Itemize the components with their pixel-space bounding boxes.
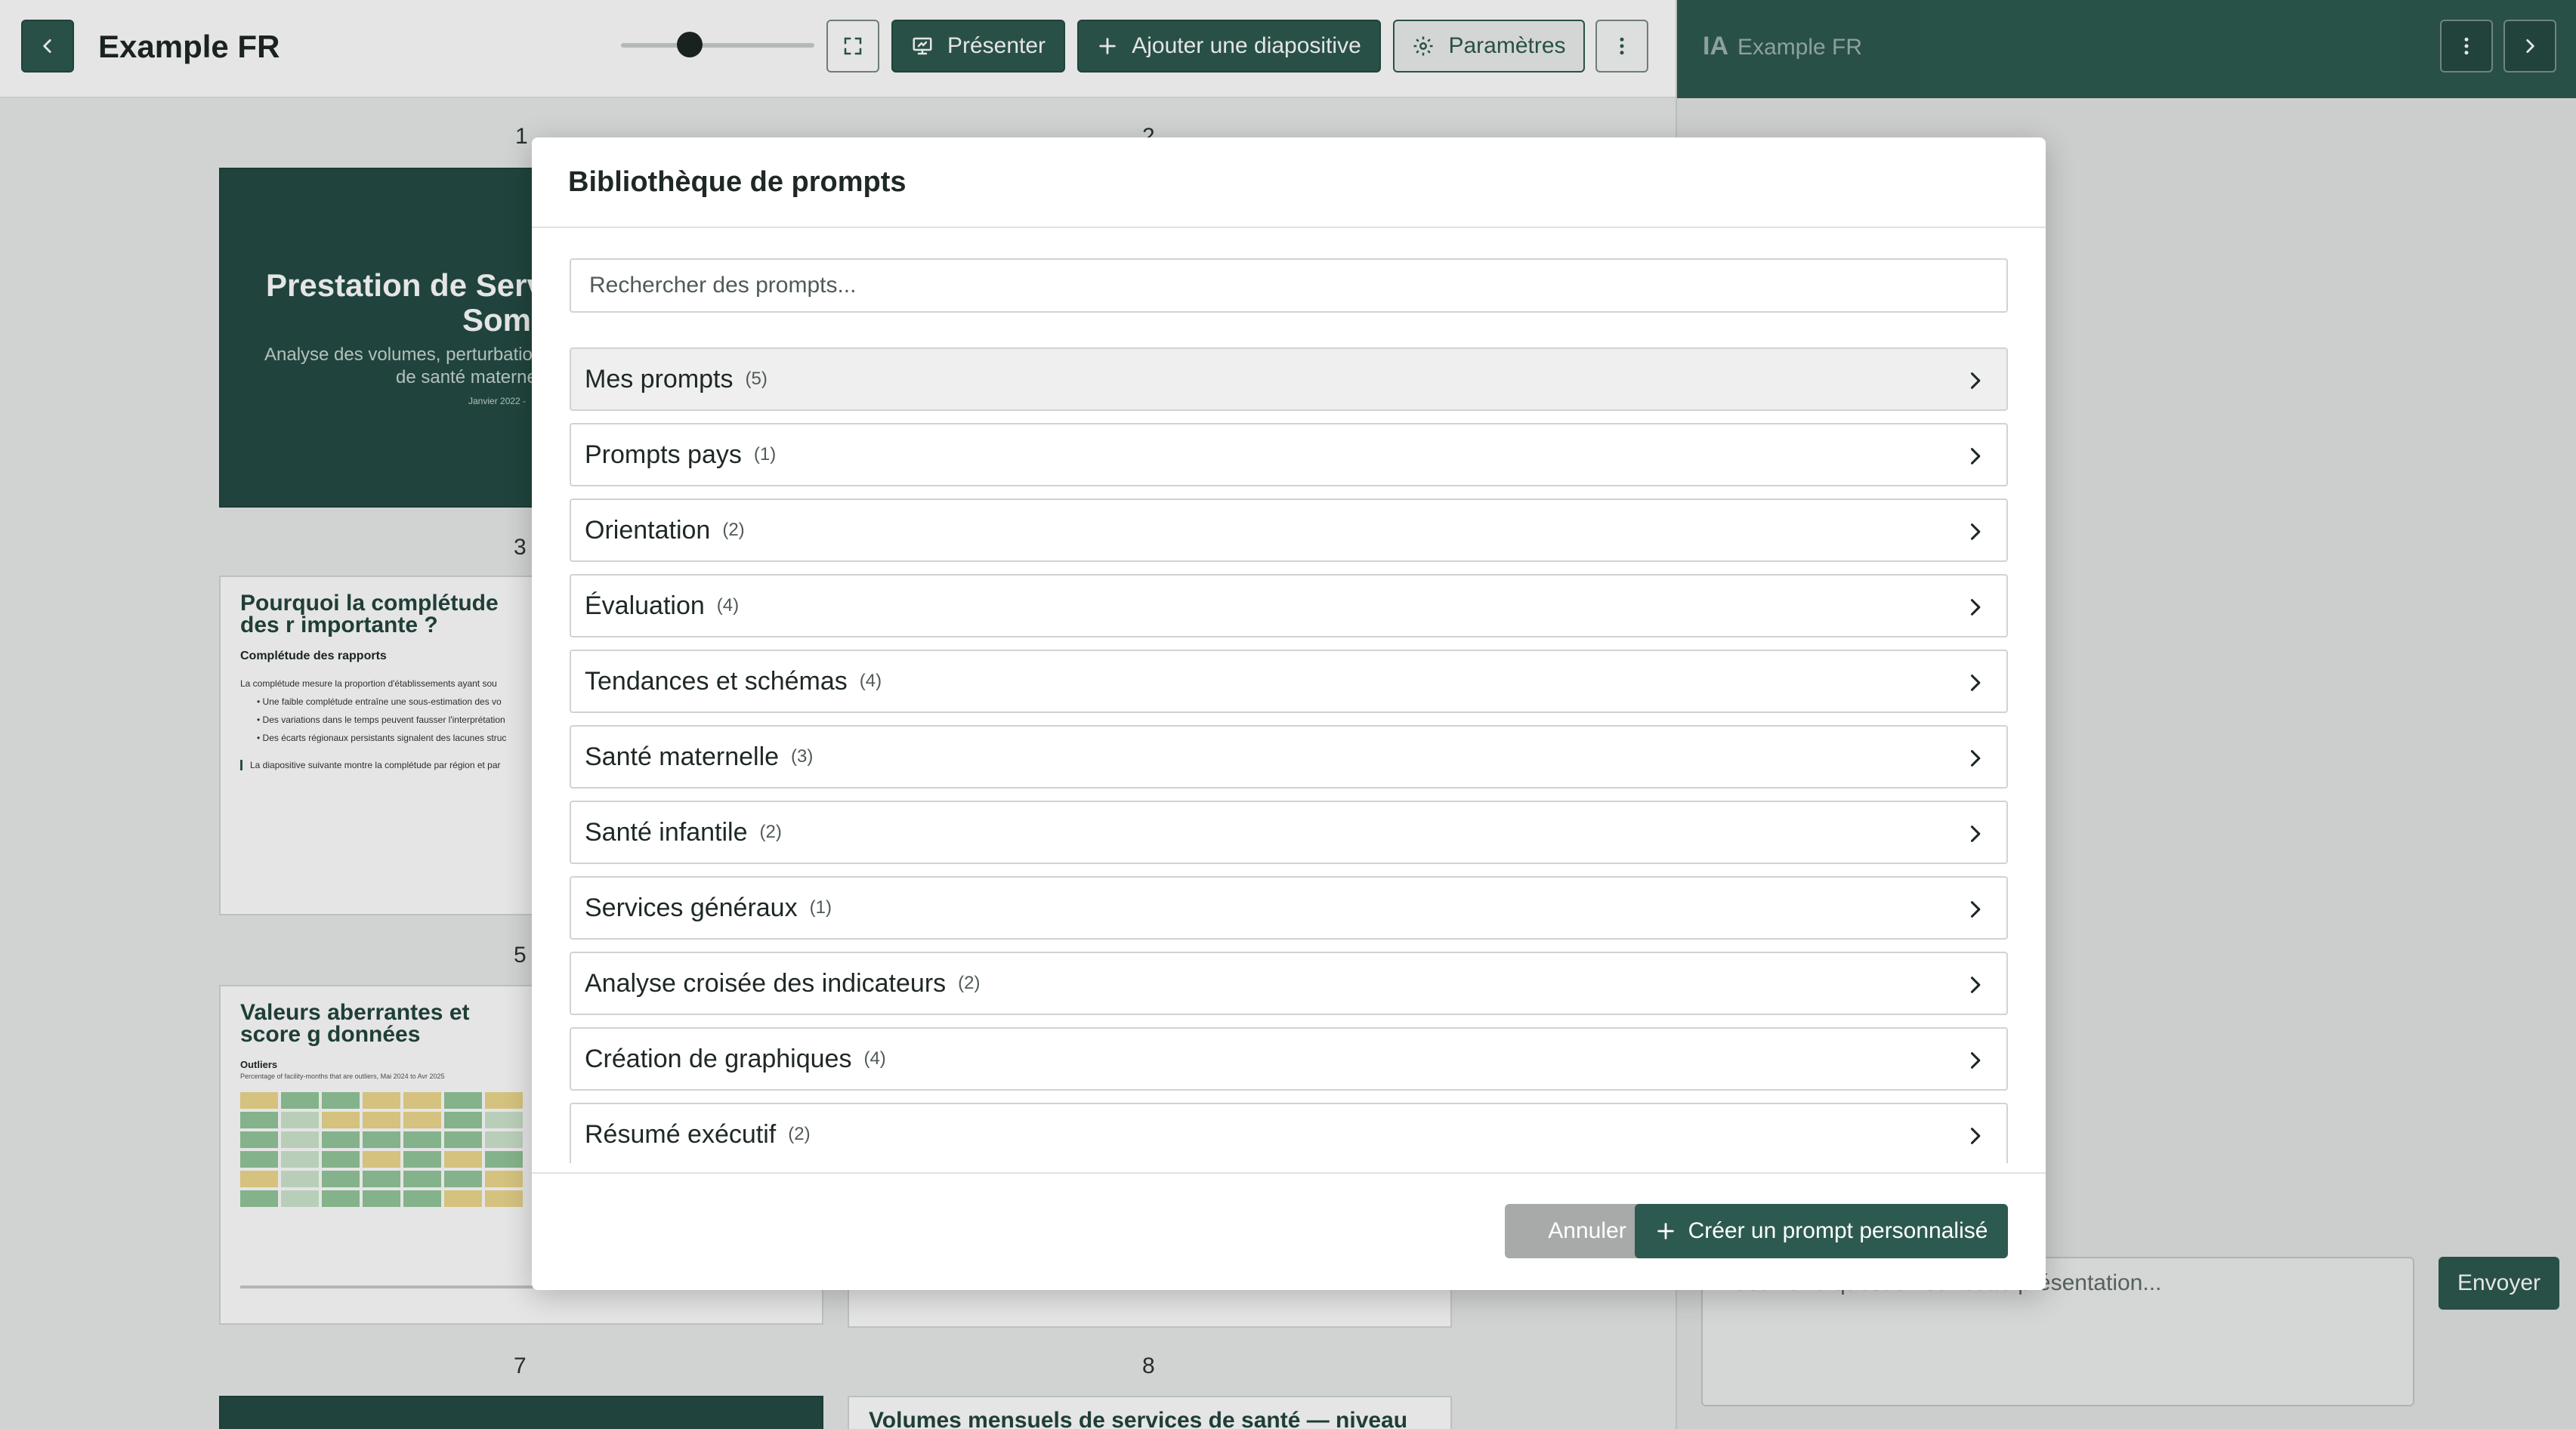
- category-count: (5): [745, 369, 768, 389]
- category-row-analyse-croisee[interactable]: Analyse croisée des indicateurs (2): [570, 952, 2008, 1015]
- category-count: (4): [863, 1048, 886, 1069]
- chevron-right-icon: [1970, 523, 1981, 540]
- dialog-title: Bibliothèque de prompts: [568, 166, 907, 198]
- chevron-right-icon: [1970, 750, 1981, 767]
- category-label: Analyse croisée des indicateurs: [585, 968, 947, 998]
- category-label: Services généraux: [585, 893, 798, 922]
- prompt-category-list: Mes prompts (5) Prompts pays (1) Orienta…: [570, 347, 2008, 1163]
- prompt-search-input[interactable]: [570, 258, 2008, 313]
- category-count: (1): [753, 444, 777, 465]
- category-count: (2): [958, 973, 981, 993]
- chevron-right-icon: [1970, 674, 1981, 691]
- category-label: Évaluation: [585, 591, 705, 620]
- category-row-prompts-pays[interactable]: Prompts pays (1): [570, 423, 2008, 486]
- chevron-right-icon: [1970, 372, 1981, 389]
- category-label: Tendances et schémas: [585, 666, 848, 696]
- category-label: Santé infantile: [585, 817, 748, 847]
- category-count: (1): [809, 897, 832, 918]
- category-row-sante-infantile[interactable]: Santé infantile (2): [570, 801, 2008, 864]
- category-label: Santé maternelle: [585, 742, 780, 771]
- category-row-tendances[interactable]: Tendances et schémas (4): [570, 650, 2008, 713]
- chevron-right-icon: [1970, 448, 1981, 465]
- divider: [532, 1172, 2046, 1174]
- category-label: Orientation: [585, 515, 711, 545]
- category-row-orientation[interactable]: Orientation (2): [570, 498, 2008, 562]
- category-row-creation-graphiques[interactable]: Création de graphiques (4): [570, 1027, 2008, 1091]
- chevron-right-icon: [1970, 1052, 1981, 1069]
- category-count: (3): [791, 746, 814, 767]
- category-count: (4): [859, 671, 882, 691]
- chevron-right-icon: [1970, 599, 1981, 616]
- category-count: (4): [716, 595, 740, 616]
- category-row-services-generaux[interactable]: Services généraux (1): [570, 876, 2008, 940]
- category-row-sante-maternelle[interactable]: Santé maternelle (3): [570, 725, 2008, 789]
- plus-icon: [1657, 1223, 1674, 1239]
- create-custom-prompt-button[interactable]: Créer un prompt personnalisé: [1635, 1204, 2008, 1258]
- category-count: (2): [759, 822, 782, 842]
- chevron-right-icon: [1970, 901, 1981, 918]
- category-count: (2): [722, 520, 745, 540]
- category-label: Résumé exécutif: [585, 1119, 777, 1149]
- category-label: Prompts pays: [585, 440, 742, 469]
- category-row-evaluation[interactable]: Évaluation (4): [570, 574, 2008, 637]
- chevron-right-icon: [1970, 1128, 1981, 1144]
- prompt-library-dialog: Bibliothèque de prompts Mes prompts (5) …: [532, 137, 2046, 1290]
- category-label: Mes prompts: [585, 364, 734, 394]
- category-count: (2): [788, 1124, 811, 1144]
- chevron-right-icon: [1970, 826, 1981, 842]
- chevron-right-icon: [1970, 977, 1981, 993]
- create-label: Créer un prompt personnalisé: [1688, 1218, 1988, 1243]
- category-label: Création de graphiques: [585, 1044, 852, 1073]
- category-row-resume-executif[interactable]: Résumé exécutif (2): [570, 1103, 2008, 1163]
- divider: [532, 227, 2046, 228]
- category-row-mes-prompts[interactable]: Mes prompts (5): [570, 347, 2008, 411]
